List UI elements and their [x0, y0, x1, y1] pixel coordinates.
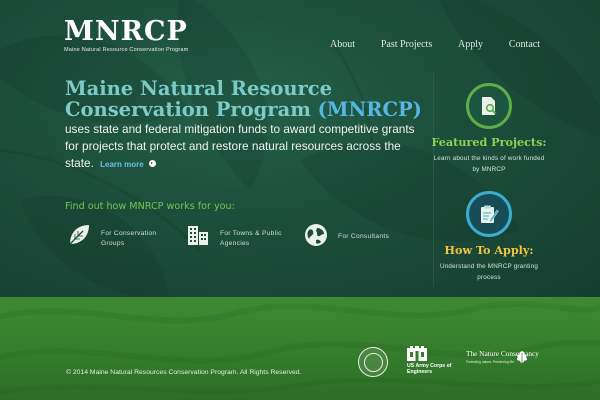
hero-description: uses state and federal mitigation funds …: [65, 121, 425, 173]
audience-conservation-groups[interactable]: For Conservation Groups: [66, 222, 181, 249]
logo-subtitle: Maine Natural Resource Conservation Prog…: [64, 47, 189, 53]
buildings-icon: [188, 226, 208, 245]
learn-more-label: Learn more: [100, 160, 144, 169]
main-nav: About Past Projects Apply Contact: [330, 39, 540, 50]
nav-contact[interactable]: Contact: [509, 39, 540, 50]
arrow-circle-icon: [148, 160, 156, 167]
partner-tnc-logo[interactable]: The Nature Conservancy Protecting nature…: [466, 350, 539, 365]
oak-leaf-icon: [516, 351, 528, 363]
hero-title-line2: Conservation Program: [65, 98, 311, 121]
featured-projects-card[interactable]: Featured Projects: Learn about the kinds…: [406, 83, 572, 175]
how-to-apply-description: Understand the MNRCP granting process: [439, 263, 539, 281]
audience-towns-agencies[interactable]: For Towns & Public Agencies: [185, 222, 298, 249]
globe-icon: [305, 224, 327, 246]
nav-about[interactable]: About: [330, 39, 355, 50]
audience-label: For Conservation Groups: [101, 230, 157, 247]
usace-name: US Army Corps of Engineers: [407, 363, 452, 375]
how-to-apply-badge: [466, 191, 512, 237]
partner-usace-logo[interactable]: US Army Corps of Engineers: [407, 346, 453, 375]
hero-title-line1: Maine Natural Resource: [65, 77, 333, 100]
hero-title: Maine Natural Resource Conservation Prog…: [65, 78, 425, 120]
leaf-icon: [69, 225, 89, 245]
clipboard-pencil-icon: [481, 205, 499, 223]
featured-projects-badge: [466, 83, 512, 129]
audience-consultants[interactable]: For Consultants: [303, 222, 418, 248]
find-out-heading: Find out how MNRCP works for you:: [65, 201, 235, 212]
document-magnifier-icon: [482, 97, 497, 115]
nav-past-projects[interactable]: Past Projects: [381, 39, 432, 50]
how-to-apply-card[interactable]: How To Apply: Understand the MNRCP grant…: [406, 191, 572, 283]
featured-projects-title: Featured Projects:: [431, 135, 547, 149]
audience-label: For Towns & Public Agencies: [220, 230, 282, 247]
logo-wordmark: MNRCP: [64, 16, 188, 47]
site-logo[interactable]: MNRCP Maine Natural Resource Conservatio…: [64, 16, 199, 54]
featured-projects-description: Learn about the kinds of work funded by …: [433, 155, 545, 173]
how-to-apply-title: How To Apply:: [444, 243, 534, 257]
learn-more-link[interactable]: Learn more: [100, 160, 156, 169]
castle-icon: [407, 346, 427, 361]
partner-state-seal-logo[interactable]: [358, 347, 388, 377]
copyright-text: © 2014 Maine Natural Resources Conservat…: [66, 369, 302, 376]
nav-apply[interactable]: Apply: [458, 39, 483, 50]
